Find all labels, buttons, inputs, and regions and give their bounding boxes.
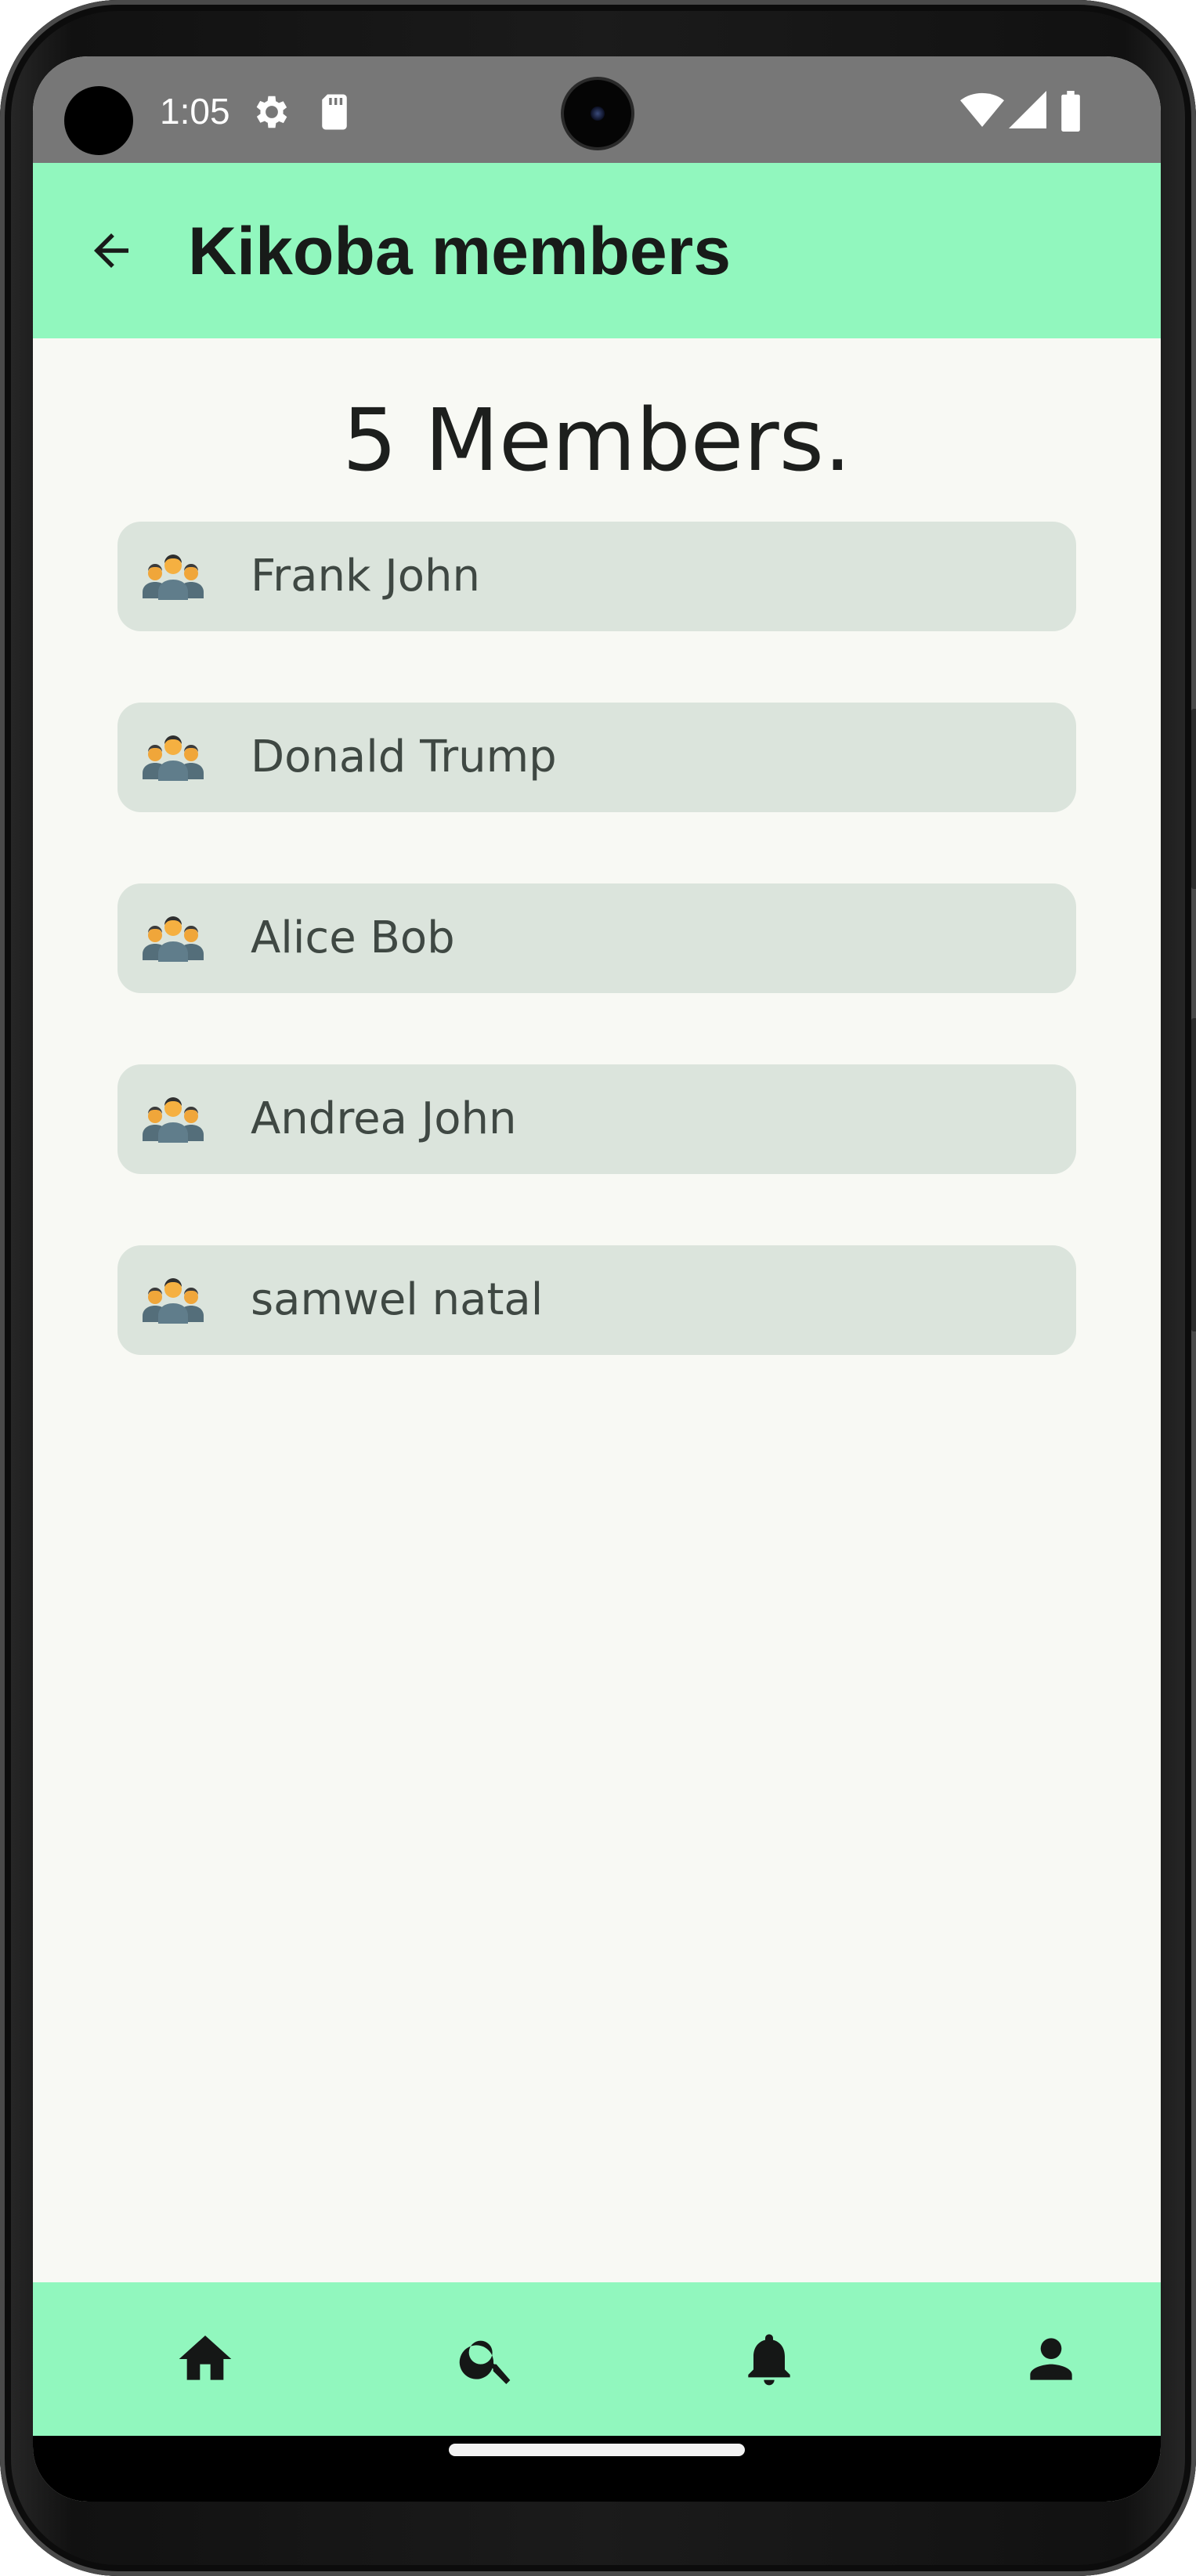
cell-signal-icon: [1009, 91, 1046, 132]
member-name: Donald Trump: [251, 732, 557, 782]
home-gesture-handle[interactable]: [449, 2444, 745, 2456]
home-icon: [179, 2336, 232, 2380]
list-item[interactable]: samwel natal: [117, 1245, 1076, 1355]
list-item[interactable]: Alice Bob: [117, 883, 1076, 993]
group-people-icon: [141, 912, 205, 963]
group-people-icon: [141, 550, 205, 602]
screen: 1:05 Kikoba members 5 Members. Frank Joh…: [33, 56, 1161, 2502]
system-gesture-bar: [33, 2436, 1161, 2502]
power-button: [1191, 709, 1196, 889]
volume-button: [1191, 1018, 1196, 1331]
bell-icon: [748, 2334, 790, 2386]
search-icon: [459, 2340, 511, 2384]
status-bar: 1:05: [33, 56, 1161, 163]
app-bar: Kikoba members: [33, 163, 1161, 338]
member-name: Andrea John: [251, 1093, 517, 1144]
nav-search-button[interactable]: [448, 2320, 526, 2398]
member-name: samwel natal: [251, 1274, 544, 1325]
back-button[interactable]: [72, 211, 150, 290]
nav-notifications-button[interactable]: [730, 2320, 808, 2398]
phone-frame: 1:05 Kikoba members 5 Members. Frank Joh…: [0, 0, 1196, 2576]
member-list: Frank John Donald Trump Alice Bob Andrea…: [117, 522, 1076, 1426]
battery-icon: [1059, 91, 1082, 135]
list-item[interactable]: Donald Trump: [117, 703, 1076, 812]
group-people-icon: [141, 731, 205, 782]
group-people-icon: [141, 1274, 205, 1325]
member-name: Frank John: [251, 551, 480, 602]
list-item[interactable]: Andrea John: [117, 1064, 1076, 1174]
member-count-heading: 5 Members.: [342, 390, 851, 490]
nav-home-button[interactable]: [166, 2320, 244, 2398]
member-name: Alice Bob: [251, 912, 455, 963]
wifi-icon: [960, 91, 1004, 133]
status-time: 1:05: [160, 91, 230, 132]
person-icon: [1030, 2338, 1072, 2380]
arrow-left-icon: [94, 233, 128, 268]
list-item[interactable]: Frank John: [117, 522, 1076, 631]
sd-card-icon: [315, 91, 354, 136]
group-people-icon: [141, 1093, 205, 1144]
front-camera: [564, 80, 631, 147]
settings-gear-icon: [251, 91, 293, 136]
nav-profile-button[interactable]: [1012, 2320, 1090, 2398]
camera-cutout: [64, 86, 133, 155]
page-title: Kikoba members: [188, 214, 732, 289]
bottom-navigation: [33, 2282, 1161, 2436]
